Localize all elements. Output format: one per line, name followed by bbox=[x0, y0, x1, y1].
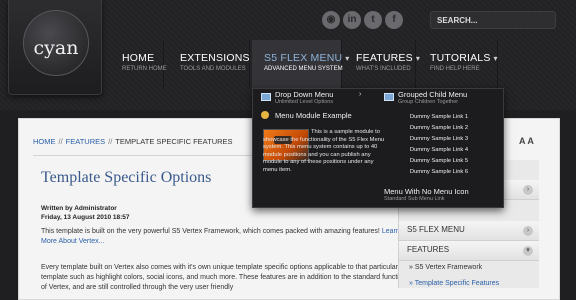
breadcrumb-features[interactable]: FEATURES bbox=[66, 137, 105, 146]
flex-menu-dropdown: Drop Down Menu Unlimited Level Options ›… bbox=[252, 88, 504, 208]
breadcrumb-separator: // bbox=[58, 137, 63, 146]
article-paragraph-2: Every template built on Vertex also come… bbox=[41, 264, 411, 291]
breadcrumb-separator: // bbox=[108, 137, 113, 146]
nav-title: S5 FLEX MENU ▾ bbox=[264, 52, 349, 64]
facebook-icon[interactable]: f bbox=[385, 11, 403, 29]
sample-link[interactable]: Dummy Sample Link 5 bbox=[399, 158, 479, 164]
article-meta: Written by Administrator Friday, 13 Augu… bbox=[41, 204, 130, 222]
menu-module-title: Menu Module Example bbox=[275, 111, 352, 120]
nav-subtitle: TOOLS AND MODULES bbox=[180, 66, 246, 72]
nav-item-s5-flex-menu[interactable]: S5 FLEX MENU ▾ ADVANCED MENU SYSTEM bbox=[252, 40, 349, 88]
article-paragraph: This template is built on the very power… bbox=[41, 227, 411, 247]
module-description: This is a sample module to showcase the … bbox=[263, 129, 385, 173]
sample-link[interactable]: Dummy Sample Link 6 bbox=[399, 169, 479, 175]
nav-item-extensions[interactable]: EXTENSIONS▾ TOOLS AND MODULES bbox=[168, 40, 257, 88]
chevron-right-icon: › bbox=[523, 185, 533, 195]
nav-title-text: TUTORIALS bbox=[430, 52, 491, 64]
sidebar-subitem-template-features[interactable]: » Template Specific Features bbox=[409, 280, 499, 287]
sidebar-item-label: S5 FLEX MENU bbox=[407, 225, 465, 234]
nav-title-text: EXTENSIONS bbox=[180, 52, 250, 64]
nav-subtitle: FIND HELP HERE bbox=[430, 66, 480, 72]
chevron-right-icon: › bbox=[523, 226, 533, 236]
nav-item-home[interactable]: HOME RETURN HOME bbox=[110, 40, 167, 88]
page-title: Template Specific Options bbox=[41, 169, 212, 186]
chevron-right-icon: › bbox=[359, 91, 362, 98]
logo[interactable]: cyan bbox=[8, 0, 102, 95]
chevron-down-icon: ▾ bbox=[523, 246, 533, 256]
breadcrumb-current: TEMPLATE SPECIFIC FEATURES bbox=[115, 137, 233, 146]
search-input[interactable]: SEARCH... bbox=[430, 11, 556, 29]
menu-item-icon bbox=[384, 93, 394, 101]
nav-title: HOME bbox=[122, 52, 155, 64]
sidebar-item-s5-flex-menu[interactable]: S5 FLEX MENU › bbox=[399, 221, 539, 241]
nav-item-tutorials[interactable]: TUTORIALS ▾ FIND HELP HERE bbox=[418, 40, 498, 88]
sample-link[interactable]: Dummy Sample Link 2 bbox=[399, 125, 479, 131]
sample-link[interactable]: Dummy Sample Link 1 bbox=[399, 114, 479, 120]
font-resize-control[interactable]: A A bbox=[519, 136, 534, 146]
sidebar-subitem-label: S5 Vertex Framework bbox=[414, 264, 483, 271]
nav-title-text: FEATURES bbox=[356, 52, 413, 64]
menu-item-icon bbox=[261, 93, 271, 101]
menu-item-subtitle: Unlimited Level Options bbox=[275, 99, 334, 105]
menu-item-subtitle: Group Children Together bbox=[398, 99, 459, 105]
nav-item-features[interactable]: FEATURES ▾ WHAT'S INCLUDED bbox=[344, 40, 420, 88]
sidebar-subitem-label: Template Specific Features bbox=[414, 280, 500, 287]
sample-link[interactable]: Dummy Sample Link 3 bbox=[399, 136, 479, 142]
breadcrumb-home[interactable]: HOME bbox=[33, 137, 56, 146]
menu-item-drop-down-menu[interactable]: Drop Down Menu bbox=[275, 90, 333, 99]
nav-title: FEATURES ▾ bbox=[356, 52, 420, 64]
menu-item-grouped-child[interactable]: Grouped Child Menu bbox=[398, 90, 467, 99]
breadcrumb: HOME//FEATURES//TEMPLATE SPECIFIC FEATUR… bbox=[33, 137, 233, 146]
logo-badge: cyan bbox=[23, 10, 89, 76]
logo-text: cyan bbox=[33, 37, 79, 59]
article-date: Friday, 13 August 2010 18:57 bbox=[41, 214, 130, 221]
nav-title: EXTENSIONS▾ bbox=[180, 52, 257, 64]
rss-icon[interactable]: ◉ bbox=[322, 11, 340, 29]
sidebar-item-features[interactable]: FEATURES ▾ bbox=[399, 241, 539, 261]
nav-subtitle: RETURN HOME bbox=[122, 66, 167, 72]
nav-title: TUTORIALS ▾ bbox=[430, 52, 498, 64]
menu-item-no-icon[interactable]: Menu With No Menu Icon bbox=[384, 187, 469, 196]
article-author: Written by Administrator bbox=[41, 205, 117, 212]
chevron-down-icon: ▾ bbox=[493, 54, 498, 63]
nav-subtitle: ADVANCED MENU SYSTEM bbox=[264, 66, 343, 72]
sample-link[interactable]: Dummy Sample Link 4 bbox=[399, 147, 479, 153]
nav-subtitle: WHAT'S INCLUDED bbox=[356, 66, 411, 72]
sidebar-subitem-vertex[interactable]: » S5 Vertex Framework bbox=[409, 264, 482, 271]
gear-icon bbox=[261, 111, 269, 119]
twitter-icon[interactable]: t bbox=[364, 11, 382, 29]
paragraph-text: This template is built on the very power… bbox=[41, 228, 380, 235]
nav-title-text: S5 FLEX MENU bbox=[264, 52, 343, 64]
linkedin-icon[interactable]: in bbox=[343, 11, 361, 29]
sidebar-item-label: FEATURES bbox=[407, 245, 450, 254]
menu-item-subtitle: Standard Sub Menu Link bbox=[384, 196, 445, 202]
main-nav: HOME RETURN HOME EXTENSIONS▾ TOOLS AND M… bbox=[110, 40, 576, 90]
